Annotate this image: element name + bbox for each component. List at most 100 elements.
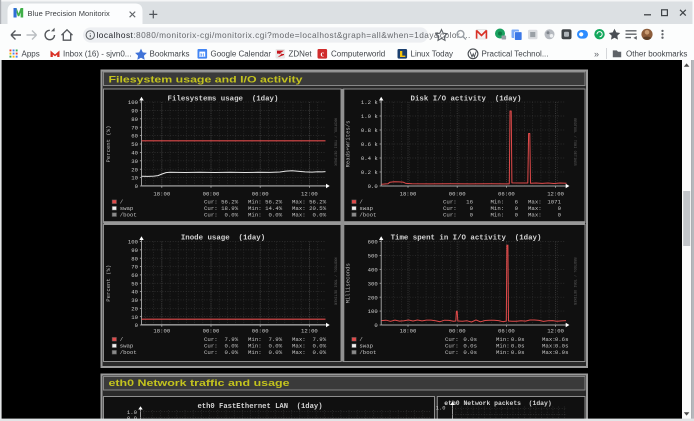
svg-text:31: 31 <box>200 52 206 57</box>
svg-text:0.0s: 0.0s <box>463 349 477 356</box>
svg-text:60: 60 <box>131 272 138 279</box>
svg-text:06:00: 06:00 <box>252 328 269 335</box>
svg-text:Milliseconds: Milliseconds <box>345 263 352 303</box>
svg-text:300: 300 <box>368 280 379 287</box>
svg-text:0.2 k: 0.2 k <box>361 169 378 176</box>
svg-text:Practical Technol...: Practical Technol... <box>482 49 549 58</box>
svg-text:Max: 0.0%: Max: 0.0% <box>292 349 327 356</box>
svg-text:Inbox (16) - sjvn0...: Inbox (16) - sjvn0... <box>63 49 131 58</box>
svg-text:00:00: 00:00 <box>449 190 466 197</box>
svg-text:0.8 k: 0.8 k <box>361 127 378 134</box>
svg-text:18:00: 18:00 <box>153 190 170 197</box>
svg-text:0.0: 0.0 <box>368 183 379 190</box>
svg-text:Apps: Apps <box>22 49 40 58</box>
svg-text:10: 10 <box>131 175 138 182</box>
svg-text:06:00: 06:00 <box>252 190 269 197</box>
svg-text:eth0 Network traffic and usage: eth0 Network traffic and usage <box>109 378 290 388</box>
svg-text:0: 0 <box>470 211 474 218</box>
svg-text:100: 100 <box>368 308 379 315</box>
svg-text:40: 40 <box>131 289 138 296</box>
svg-text:12:00: 12:00 <box>301 328 318 335</box>
svg-text:Min: 0.0%: Min: 0.0% <box>248 349 283 356</box>
svg-text:60: 60 <box>131 133 138 140</box>
svg-text:Other bookmarks: Other bookmarks <box>626 49 687 58</box>
svg-text:70: 70 <box>131 264 138 271</box>
svg-text:80: 80 <box>131 116 138 123</box>
svg-text:/boot: /boot <box>120 349 137 356</box>
svg-text:Cur:: Cur: <box>443 211 457 218</box>
svg-text:Percent (%): Percent (%) <box>105 126 112 163</box>
svg-text:RRDTOOL / TOBI OETIKER: RRDTOOL / TOBI OETIKER <box>572 118 577 166</box>
svg-text:80: 80 <box>131 255 138 262</box>
svg-text:Min:: Min: <box>491 211 505 218</box>
svg-text:/boot: /boot <box>120 211 137 218</box>
svg-text:50: 50 <box>131 141 138 148</box>
svg-text:100: 100 <box>128 99 139 106</box>
svg-text:70: 70 <box>131 124 138 131</box>
svg-text:Filesystems usage (1day): Filesystems usage (1day) <box>168 96 279 104</box>
svg-text:/boot: /boot <box>359 211 376 218</box>
svg-text:Cur:: Cur: <box>445 349 459 356</box>
svg-text:90: 90 <box>131 108 138 115</box>
svg-text:10: 10 <box>131 314 138 321</box>
svg-text:12:00: 12:00 <box>301 190 318 197</box>
svg-text:Min: 0.0%: Min: 0.0% <box>248 211 283 218</box>
svg-text:Cur: 0.0%: Cur: 0.0% <box>204 349 239 356</box>
svg-text:ZDNet: ZDNet <box>289 49 313 58</box>
svg-text:Computerworld: Computerworld <box>331 49 385 58</box>
svg-text:localhost:8080/monitorix-cgi/m: localhost:8080/monitorix-cgi/monitorix.c… <box>97 30 471 40</box>
svg-text:1.2 k: 1.2 k <box>361 99 378 106</box>
svg-text:Disk I/O activity (1day): Disk I/O activity (1day) <box>411 96 522 104</box>
svg-text:18:00: 18:00 <box>153 328 170 335</box>
svg-text:RRDTOOL / TOBI OETIKER: RRDTOOL / TOBI OETIKER <box>333 118 338 166</box>
svg-text:Linux Today: Linux Today <box>411 49 454 58</box>
svg-text:90: 90 <box>131 247 138 254</box>
svg-text:Percent (%): Percent (%) <box>105 265 112 302</box>
svg-text:Max: 0.0%: Max: 0.0% <box>292 211 327 218</box>
svg-text:600: 600 <box>368 239 379 246</box>
svg-text:40: 40 <box>131 150 138 157</box>
svg-text:Blue Precision Monitorix: Blue Precision Monitorix <box>28 9 111 18</box>
svg-text:30: 30 <box>131 158 138 165</box>
svg-text:»: » <box>594 49 599 59</box>
svg-text:Bookmarks: Bookmarks <box>150 49 190 58</box>
svg-text:00:00: 00:00 <box>203 328 220 335</box>
svg-text:20: 20 <box>131 305 138 312</box>
svg-text:50: 50 <box>131 280 138 287</box>
svg-text:1.0: 1.0 <box>436 406 446 412</box>
svg-text:12:00: 12:00 <box>547 328 564 335</box>
svg-text:0.0s: 0.0s <box>555 349 569 356</box>
svg-text:Filesystem usage and I/O activ: Filesystem usage and I/O activity <box>109 74 304 84</box>
svg-text:30: 30 <box>131 297 138 304</box>
svg-text:Min:: Min: <box>496 349 510 356</box>
svg-text:400: 400 <box>368 266 379 273</box>
svg-text:RRDTOOL / TOBI OETIKER: RRDTOOL / TOBI OETIKER <box>333 258 338 306</box>
svg-text:18:00: 18:00 <box>400 328 417 335</box>
svg-text:00:00: 00:00 <box>449 328 466 335</box>
svg-text:RRDTOOL / TOBI OETIKER: RRDTOOL / TOBI OETIKER <box>572 258 577 306</box>
svg-text:Max:: Max: <box>528 211 542 218</box>
svg-text:500: 500 <box>368 253 379 260</box>
svg-text:eth0 Network packets (1day): eth0 Network packets (1day) <box>444 400 551 407</box>
svg-text:Google Calendar: Google Calendar <box>211 49 272 58</box>
svg-text:18:00: 18:00 <box>400 190 417 197</box>
svg-text:1.0 k: 1.0 k <box>361 113 378 120</box>
svg-text:eth0 FastEthernet LAN (1day): eth0 FastEthernet LAN (1day) <box>197 403 322 411</box>
svg-text:0: 0 <box>558 211 562 218</box>
svg-text:c: c <box>321 50 325 59</box>
svg-text:200: 200 <box>368 294 379 301</box>
svg-text:0.0s: 0.0s <box>511 349 525 356</box>
svg-text:Max:: Max: <box>542 349 556 356</box>
svg-text:0.6 k: 0.6 k <box>361 141 378 148</box>
svg-text:0: 0 <box>515 211 519 218</box>
svg-text:0.4 k: 0.4 k <box>361 155 378 162</box>
svg-text:06:00: 06:00 <box>498 190 515 197</box>
svg-text:/boot: /boot <box>359 349 376 356</box>
svg-text:06:00: 06:00 <box>498 328 515 335</box>
svg-text:20: 20 <box>131 166 138 173</box>
svg-text:Reads+Writes/s: Reads+Writes/s <box>345 121 352 168</box>
svg-text:12:00: 12:00 <box>547 190 564 197</box>
svg-text:00:00: 00:00 <box>203 190 220 197</box>
svg-text:Cur: 0.0%: Cur: 0.0% <box>204 211 239 218</box>
svg-text:100: 100 <box>128 239 139 246</box>
